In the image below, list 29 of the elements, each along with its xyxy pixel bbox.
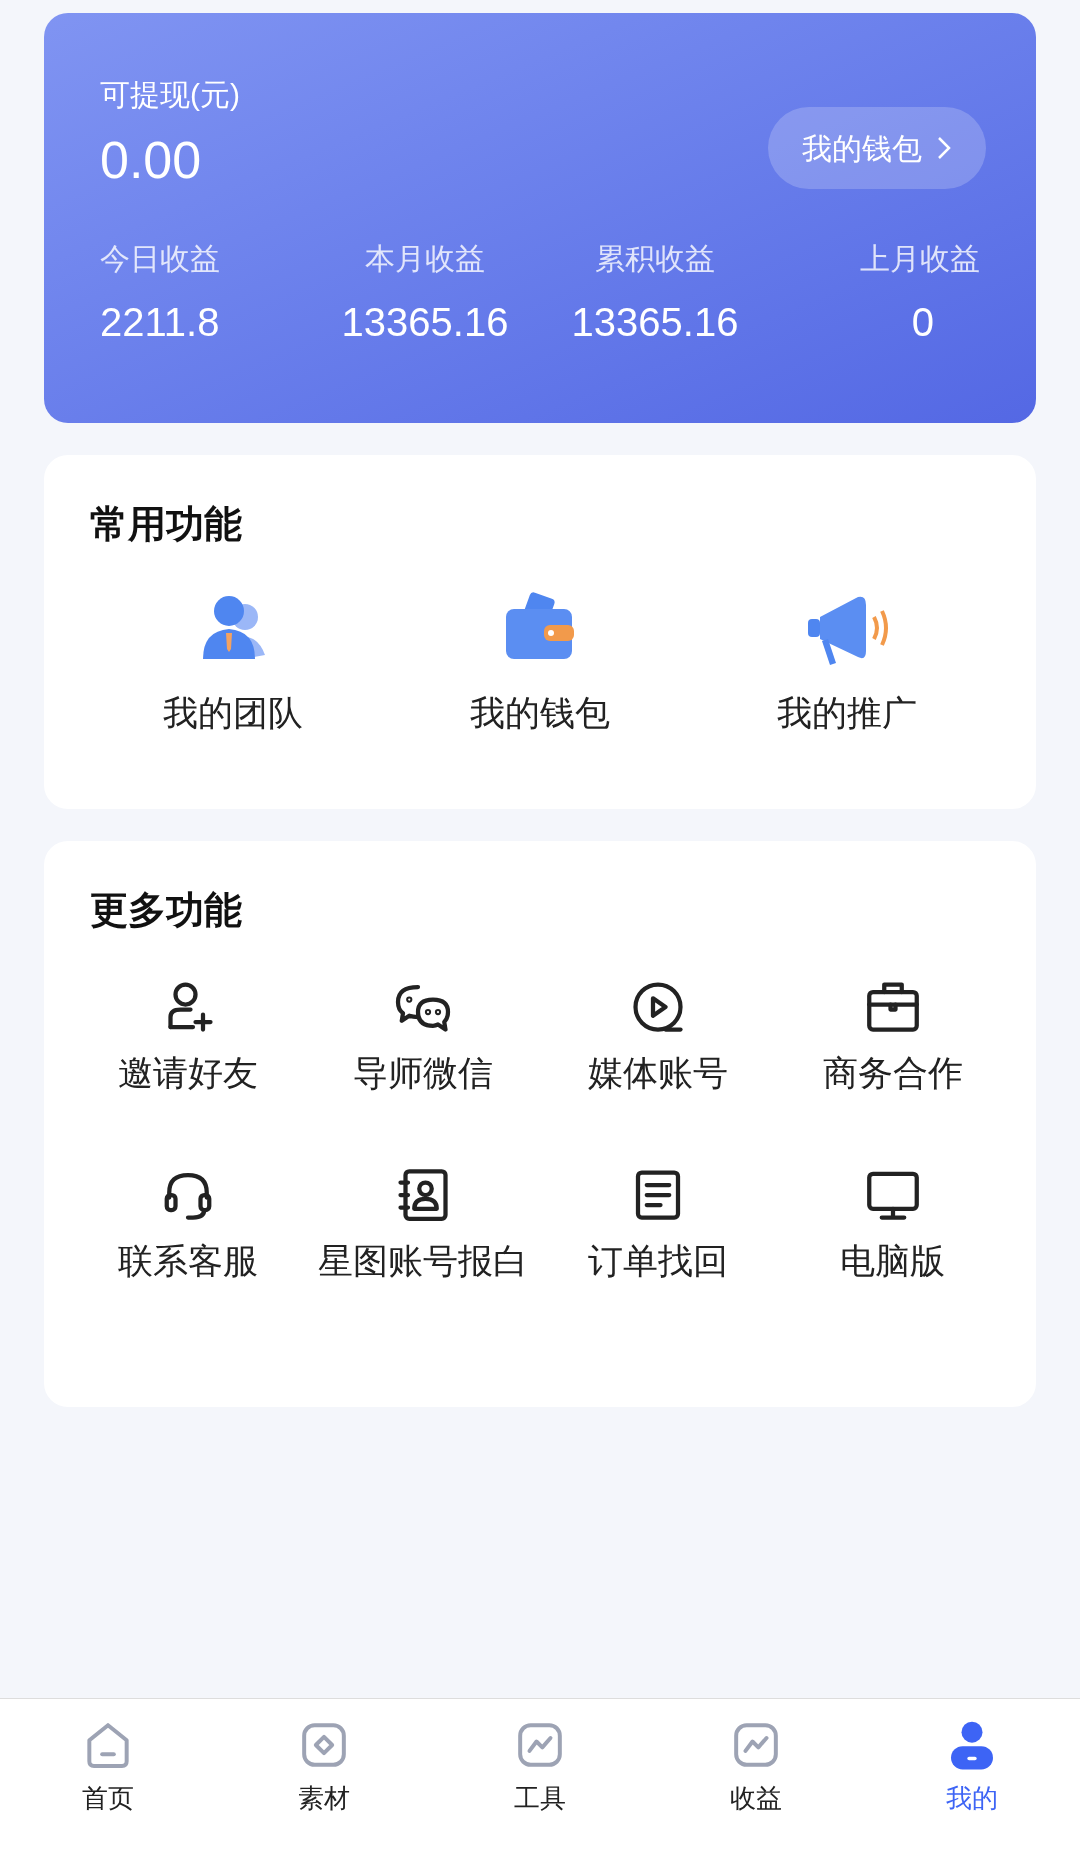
nav-tab[interactable]: 收益 xyxy=(696,1717,816,1827)
withdrawable-label: 可提现(元) xyxy=(100,77,240,113)
nav-tab[interactable]: 素材 xyxy=(264,1717,384,1827)
stat-label: 累积收益 xyxy=(595,241,715,277)
function-label[interactable]: 联系客服 xyxy=(117,1239,258,1283)
function-label[interactable]: 媒体账号 xyxy=(587,1051,728,1095)
function-label[interactable]: 邀请好友 xyxy=(117,1051,258,1095)
stat-value: 13365.16 xyxy=(571,299,739,346)
function-label[interactable]: 导师微信 xyxy=(352,1051,493,1095)
nav-tab[interactable]: 首页 xyxy=(48,1717,168,1827)
function-label[interactable]: 商务合作 xyxy=(822,1051,963,1095)
balance-amount: 0.00 xyxy=(100,130,203,191)
function-label[interactable]: 电脑版 xyxy=(840,1239,945,1283)
chevron-right-icon xyxy=(936,135,952,161)
section-title: 更多功能 xyxy=(90,889,242,931)
section-title: 常用功能 xyxy=(90,503,242,545)
function-label[interactable]: 我的团队 xyxy=(163,691,304,735)
stat-value: 2211.8 xyxy=(100,299,220,346)
function-label[interactable]: 订单找回 xyxy=(587,1239,728,1283)
function-label[interactable]: 我的钱包 xyxy=(470,691,610,735)
stat-value: 0 xyxy=(911,299,935,346)
stat-label: 上月收益 xyxy=(860,241,980,277)
function-label[interactable]: 我的推广 xyxy=(776,691,917,735)
function-label[interactable]: 星图账号报白 xyxy=(317,1239,528,1283)
stat-label: 今日收益 xyxy=(100,241,220,277)
stat-value: 13365.16 xyxy=(341,299,509,346)
nav-tab[interactable]: 我的 xyxy=(912,1717,1032,1827)
nav-tab[interactable]: 工具 xyxy=(480,1717,600,1827)
stat-label: 本月收益 xyxy=(365,241,485,277)
